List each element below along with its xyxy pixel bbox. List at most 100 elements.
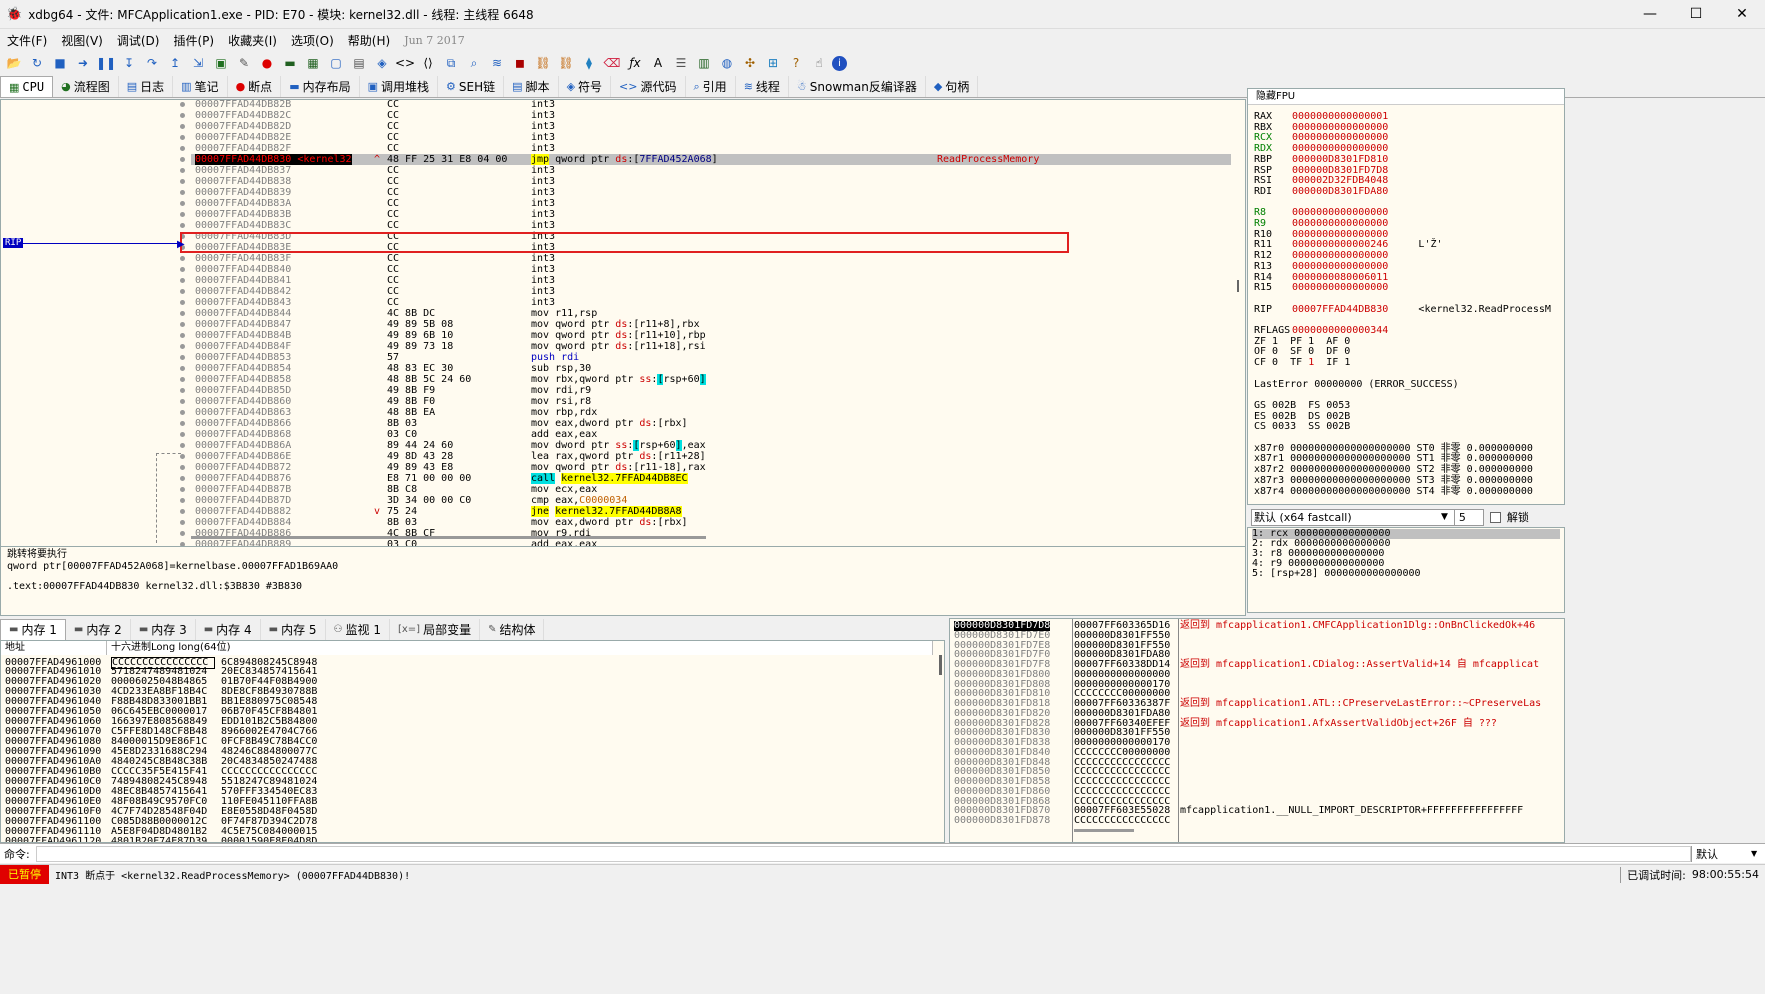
disasm-row[interactable]: 00007FFAD44DB882 v 75 24 jne kernel32.7FFAD…: [191, 506, 1231, 517]
menu-item-6[interactable]: 帮助(H): [341, 32, 397, 49]
stack-hscroll[interactable]: [1074, 829, 1134, 832]
breakpoint-dot[interactable]: [180, 344, 185, 349]
plugin-icon[interactable]: ◈: [372, 54, 392, 72]
memory-icon[interactable]: ▬: [280, 54, 300, 72]
stack-row[interactable]: 000000D8301FD878 CCCCCCCCCCCCCCCC: [950, 816, 1564, 826]
script-icon[interactable]: ▤: [349, 54, 369, 72]
menu-item-1[interactable]: 视图(V): [54, 32, 110, 49]
disasm-row[interactable]: 00007FFAD44DB82F CC int3: [191, 143, 1231, 154]
step-into-icon[interactable]: ↧: [119, 54, 139, 72]
dump-tab-0[interactable]: ▬ 内存 1: [0, 618, 66, 640]
breakpoint-toggle-icon[interactable]: ●: [257, 54, 277, 72]
disasm-row[interactable]: 00007FFAD44DB86A 89 44 24 60 mov dword ptr…: [191, 440, 1231, 451]
references-icon[interactable]: ⌕: [464, 54, 484, 72]
restart-icon[interactable]: ↻: [27, 54, 47, 72]
disasm-row[interactable]: 00007FFAD44DB884 8B 03 mov eax,dword ptr d…: [191, 517, 1231, 528]
calling-convention-select[interactable]: 默认 (x64 fastcall): [1251, 508, 1461, 526]
scrollbar-thumb[interactable]: [1237, 280, 1239, 292]
minimize-button[interactable]: —: [1627, 0, 1673, 29]
breakpoint-dot[interactable]: [180, 146, 185, 151]
command-input[interactable]: [36, 845, 1691, 862]
disasm-row[interactable]: 00007FFAD44DB830 <kernel32 ^ 48 FF 25 31 E…: [191, 154, 1231, 165]
breakpoint-dot[interactable]: [180, 388, 185, 393]
disasm-row[interactable]: 00007FFAD44DB868 03 C0 add eax,eax: [191, 429, 1231, 440]
breakpoint-dot[interactable]: [180, 256, 185, 261]
register-rip[interactable]: RIP 00007FFAD44DB830 <kernel32.ReadProces…: [1254, 304, 1551, 315]
breakpoint-dot[interactable]: [180, 179, 185, 184]
register-r9[interactable]: R9 0000000000000000: [1254, 218, 1388, 229]
threads-icon[interactable]: ≋: [487, 54, 507, 72]
breakpoint-dot[interactable]: [180, 520, 185, 525]
code-icon[interactable]: <>: [395, 54, 415, 72]
breakpoint-dot[interactable]: [180, 135, 185, 140]
tab-2[interactable]: ▤ 日志: [119, 76, 174, 97]
register-rdi[interactable]: RDI 000000D8301FDA80: [1254, 186, 1388, 197]
disasm-row[interactable]: 00007FFAD44DB82C CC int3: [191, 110, 1231, 121]
run-to-user-code-icon[interactable]: ⇲: [188, 54, 208, 72]
tab-14[interactable]: ◆ 句柄: [926, 76, 979, 97]
patch-icon[interactable]: ✎: [234, 54, 254, 72]
label-icon[interactable]: ⧫: [579, 54, 599, 72]
disasm-row[interactable]: 00007FFAD44DB82D CC int3: [191, 121, 1231, 132]
horizontal-scrollbar[interactable]: [191, 536, 706, 539]
breakpoint-dot[interactable]: [180, 465, 185, 470]
menu-item-3[interactable]: 插件(P): [166, 32, 221, 49]
disasm-row[interactable]: 00007FFAD44DB83F CC int3: [191, 253, 1231, 264]
hide-fpu-toggle[interactable]: 隐藏FPU: [1248, 89, 1564, 105]
dump-scrollbar[interactable]: [939, 655, 942, 675]
tab-4[interactable]: ● 断点: [228, 76, 282, 97]
tab-5[interactable]: ▬ 内存布局: [281, 76, 360, 97]
breakpoint-dot[interactable]: [180, 124, 185, 129]
dump-tab-1[interactable]: ▬ 内存 2: [66, 618, 131, 640]
dump-tab-4[interactable]: ▬ 内存 5: [261, 618, 326, 640]
tab-12[interactable]: ≋ 线程: [736, 76, 789, 97]
register-r14[interactable]: R14 0000000080006011: [1254, 272, 1388, 283]
breakpoint-dot[interactable]: [180, 421, 185, 426]
disasm-row[interactable]: 00007FFAD44DB839 CC int3: [191, 187, 1231, 198]
disasm-row[interactable]: 00007FFAD44DB858 48 8B 5C 24 60 mov rbx,qw…: [191, 374, 1231, 385]
disasm-row[interactable]: 00007FFAD44DB837 CC int3: [191, 165, 1231, 176]
breakpoint-dot[interactable]: [180, 113, 185, 118]
register-rsi[interactable]: RSI 000002D32FDB4048: [1254, 175, 1388, 186]
record-icon[interactable]: ◼: [510, 54, 530, 72]
run-icon[interactable]: ➜: [73, 54, 93, 72]
execute-till-return-icon[interactable]: ↥: [165, 54, 185, 72]
tab-8[interactable]: ▤ 脚本: [504, 76, 559, 97]
open-icon[interactable]: 📂: [4, 54, 24, 72]
menu-item-4[interactable]: 收藏夹(I): [221, 32, 284, 49]
disasm-row[interactable]: 00007FFAD44DB838 CC int3: [191, 176, 1231, 187]
disasm-row[interactable]: 00007FFAD44DB843 CC int3: [191, 297, 1231, 308]
breakpoint-dot[interactable]: [180, 476, 185, 481]
arg-count-spinner[interactable]: 5: [1453, 508, 1484, 526]
breakpoint-dot[interactable]: [180, 509, 185, 514]
disasm-row[interactable]: 00007FFAD44DB872 49 89 43 E8 mov qword ptr…: [191, 462, 1231, 473]
function-icon[interactable]: ƒx: [625, 54, 645, 72]
register-rbx[interactable]: RBX 0000000000000000: [1254, 122, 1388, 133]
disasm-row[interactable]: 00007FFAD44DB841 CC int3: [191, 275, 1231, 286]
disasm-row[interactable]: 00007FFAD44DB84B 49 89 6B 10 mov qword ptr…: [191, 330, 1231, 341]
breakpoint-dot[interactable]: [180, 366, 185, 371]
menu-item-0[interactable]: 文件(F): [0, 32, 54, 49]
breakpoint-dot[interactable]: [180, 212, 185, 217]
breakpoint-dot[interactable]: [180, 454, 185, 459]
stack-view[interactable]: 000000D8301FD7D8 00007FF603365D16 返回到 mfca…: [949, 618, 1565, 843]
disasm-row[interactable]: 00007FFAD44DB860 49 8B F0 mov rsi,r8: [191, 396, 1231, 407]
disasm-row[interactable]: 00007FFAD44DB87B 8B C8 mov ecx,eax: [191, 484, 1231, 495]
breakpoint-dot[interactable]: [180, 333, 185, 338]
disasm-row[interactable]: 00007FFAD44DB844 4C 8B DC mov r11,rsp: [191, 308, 1231, 319]
disasm-row[interactable]: 00007FFAD44DB84F 49 89 73 18 mov qword ptr…: [191, 341, 1231, 352]
link-icon[interactable]: ⛓: [533, 54, 553, 72]
disasm-row[interactable]: 00007FFAD44DB840 CC int3: [191, 264, 1231, 275]
scylla-icon[interactable]: ▣: [211, 54, 231, 72]
hex-icon[interactable]: ▦: [303, 54, 323, 72]
breakpoint-dot[interactable]: [180, 377, 185, 382]
register-r11[interactable]: R11 0000000000000246 L'Ž': [1254, 239, 1443, 250]
tab-0[interactable]: ▦ CPU: [0, 76, 54, 97]
breakpoint-dot[interactable]: [180, 190, 185, 195]
register-rcx[interactable]: RCX 0000000000000000: [1254, 132, 1388, 143]
breakpoint-dot[interactable]: [180, 498, 185, 503]
breakpoint-dot[interactable]: [180, 432, 185, 437]
breakpoint-dot[interactable]: [180, 300, 185, 305]
dump-tab-6[interactable]: [x=] 局部变量: [390, 618, 481, 640]
breakpoint-dot[interactable]: [180, 443, 185, 448]
